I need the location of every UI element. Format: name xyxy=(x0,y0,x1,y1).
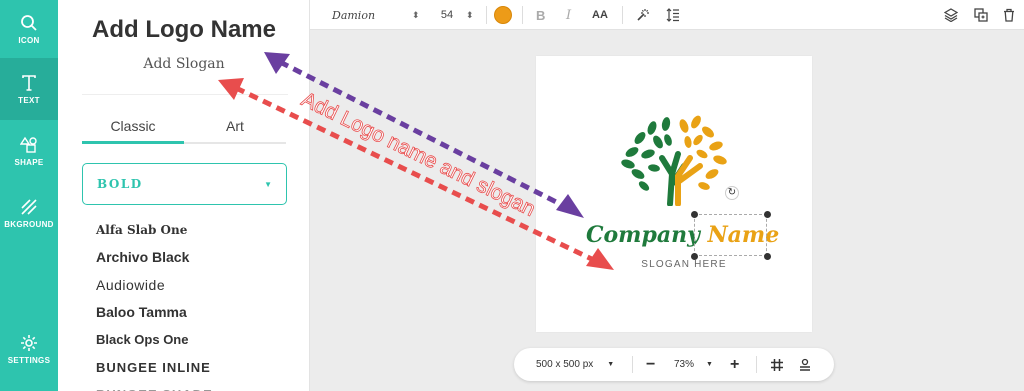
tab-art[interactable]: Art xyxy=(184,112,286,142)
delete-button[interactable] xyxy=(1002,0,1016,30)
zoom-in-button[interactable]: + xyxy=(730,348,739,381)
left-rail: ICON TEXT SHAPE BKGROUND SETTINGS xyxy=(0,0,58,391)
font-item-bungee-inline[interactable]: BUNGEE INLINE xyxy=(96,354,296,382)
add-slogan-button[interactable]: Add Slogan xyxy=(58,56,310,72)
font-item-audiowide[interactable]: Audiowide xyxy=(96,271,296,299)
zoom-separator xyxy=(756,356,757,373)
search-icon xyxy=(21,14,37,31)
font-family-value: Damion xyxy=(332,8,376,22)
text-color-button[interactable] xyxy=(494,0,512,30)
font-item-baloo-tamma[interactable]: Baloo Tamma xyxy=(96,299,296,327)
font-size-value: 54 xyxy=(440,9,454,21)
zoom-separator xyxy=(632,356,633,373)
rail-label-background: BKGROUND xyxy=(4,219,54,229)
font-category-dropdown[interactable]: BOLD ▼ xyxy=(82,163,287,205)
company-word: Company xyxy=(586,222,700,248)
toolbar-separator xyxy=(522,6,523,24)
font-list: Alfa Slab One Archivo Black Audiowide Ba… xyxy=(96,216,296,391)
font-size-stepper-icon[interactable]: ⬍ xyxy=(466,0,474,30)
italic-button[interactable]: I xyxy=(566,0,571,30)
rail-label-shape: SHAPE xyxy=(14,157,44,167)
rotate-handle-icon[interactable]: ↻ xyxy=(725,186,739,200)
font-item-bungee-shade[interactable]: BUNGEE SHADE xyxy=(96,381,296,391)
align-bottom-icon xyxy=(800,358,810,371)
font-item-archivo-black[interactable]: Archivo Black xyxy=(96,244,296,272)
slogan-text[interactable]: SLOGAN HERE xyxy=(536,259,812,270)
annotation-text: Add Logo name and slogan xyxy=(298,88,539,221)
selection-box[interactable] xyxy=(694,214,767,256)
font-category-value: BOLD xyxy=(97,177,143,191)
text-panel: Add Logo Name Add Slogan Classic Art BOL… xyxy=(58,0,310,391)
font-size-input[interactable]: 54 xyxy=(436,0,458,30)
text-color-swatch xyxy=(494,6,512,24)
rail-label-icon: ICON xyxy=(18,35,40,45)
rail-label-text: TEXT xyxy=(18,95,40,105)
chevron-down-icon: ▼ xyxy=(264,179,272,189)
background-icon xyxy=(21,198,37,215)
line-spacing-icon xyxy=(666,8,679,22)
align-button[interactable] xyxy=(798,348,812,381)
zoom-level-value: 73% xyxy=(674,359,695,370)
add-logo-name-button[interactable]: Add Logo Name xyxy=(58,16,310,44)
chevron-down-icon: ▼ xyxy=(607,361,615,368)
layers-icon xyxy=(944,8,958,22)
rail-background-tab[interactable]: BKGROUND xyxy=(0,184,58,242)
bold-button[interactable]: B xyxy=(536,0,545,30)
purple-arrow xyxy=(278,59,574,213)
canvas-size-select[interactable]: 500 x 500 px ▼ xyxy=(536,348,614,381)
font-family-select[interactable]: Damion xyxy=(332,0,422,30)
text-toolbar: Damion ⬍ 54 ⬍ B I AA xyxy=(310,0,1024,30)
canvas-size-value: 500 x 500 px xyxy=(536,359,594,370)
duplicate-button[interactable] xyxy=(974,0,988,30)
toolbar-separator xyxy=(622,6,623,24)
grid-toggle-button[interactable] xyxy=(770,348,784,381)
layers-button[interactable] xyxy=(944,0,958,30)
duplicate-icon xyxy=(974,8,988,22)
tab-classic[interactable]: Classic xyxy=(82,112,184,144)
divider xyxy=(82,94,288,95)
resize-handle[interactable] xyxy=(691,211,698,218)
zoom-level-select[interactable]: 73% ▼ xyxy=(674,348,713,381)
effects-button[interactable] xyxy=(636,0,650,30)
resize-handle[interactable] xyxy=(764,211,771,218)
rail-shape-tab[interactable]: SHAPE xyxy=(0,122,58,180)
font-item-black-ops-one[interactable]: Black Ops One xyxy=(96,326,296,354)
zoom-bar: 500 x 500 px ▼ − 73% ▼ + xyxy=(514,348,834,381)
shapes-icon xyxy=(20,136,37,153)
rail-icon-tab[interactable]: ICON xyxy=(0,0,58,58)
grid-icon xyxy=(771,358,783,371)
trash-icon xyxy=(1004,8,1014,22)
magic-wand-icon xyxy=(637,9,649,21)
design-canvas[interactable]: ↻ Company Name SLOGAN HERE xyxy=(536,56,812,332)
zoom-out-button[interactable]: − xyxy=(646,348,655,381)
font-item-alfa-slab-one[interactable]: Alfa Slab One xyxy=(96,216,296,244)
tree-logo-icon[interactable] xyxy=(618,114,730,206)
toolbar-separator xyxy=(486,6,487,24)
rail-settings-tab[interactable]: SETTINGS xyxy=(0,320,58,378)
text-icon xyxy=(22,74,36,91)
text-case-button[interactable]: AA xyxy=(592,0,608,30)
font-style-tabs: Classic Art xyxy=(82,112,286,144)
line-spacing-button[interactable] xyxy=(666,0,680,30)
rail-text-tab[interactable]: TEXT xyxy=(0,58,58,120)
gear-icon xyxy=(21,334,37,351)
chevron-down-icon: ▼ xyxy=(706,361,713,368)
rail-label-settings: SETTINGS xyxy=(7,355,51,365)
font-family-stepper-icon[interactable]: ⬍ xyxy=(412,0,420,30)
